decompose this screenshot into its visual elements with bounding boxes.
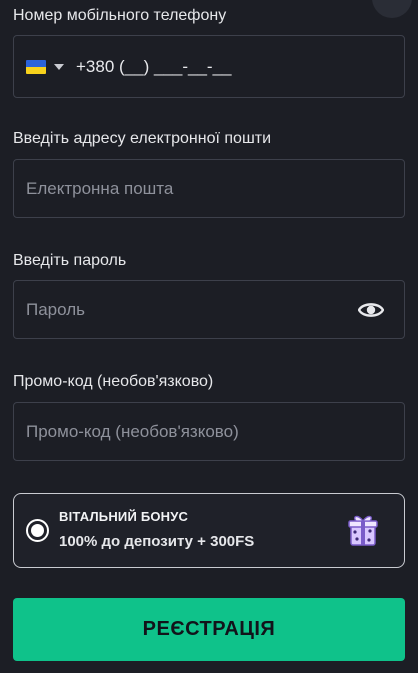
bonus-description: 100% до депозиту + 300FS	[59, 533, 255, 550]
eye-icon[interactable]	[358, 300, 384, 320]
country-selector[interactable]	[26, 59, 64, 74]
bonus-radio[interactable]	[26, 519, 49, 542]
email-field[interactable]: Електронна пошта	[13, 159, 405, 218]
phone-input[interactable]: +380 (__) ___-__-__	[76, 57, 231, 77]
promo-label: Промо-код (необов'язково)	[13, 373, 214, 390]
phone-label: Номер мобільного телефону	[13, 7, 227, 24]
email-placeholder: Електронна пошта	[26, 178, 174, 198]
phone-field[interactable]: +380 (__) ___-__-__	[13, 35, 405, 98]
email-label: Введіть адресу електронної пошти	[13, 130, 272, 147]
register-button[interactable]: РЕЄСТРАЦІЯ	[13, 598, 405, 661]
chevron-down-icon	[54, 63, 64, 70]
welcome-bonus-card[interactable]: ВІТАЛЬНИЙ БОНУС 100% до депозиту + 300FS	[13, 493, 405, 568]
bonus-title: ВІТАЛЬНИЙ БОНУС	[59, 509, 189, 524]
gift-icon	[348, 515, 378, 546]
promo-placeholder: Промо-код (необов'язково)	[26, 421, 239, 441]
ukraine-flag-icon	[26, 59, 46, 74]
promo-field[interactable]: Промо-код (необов'язково)	[13, 402, 405, 461]
password-label: Введіть пароль	[13, 252, 127, 269]
close-button[interactable]	[372, 0, 412, 18]
password-placeholder: Пароль	[26, 299, 85, 319]
password-field[interactable]: Пароль	[13, 280, 405, 339]
